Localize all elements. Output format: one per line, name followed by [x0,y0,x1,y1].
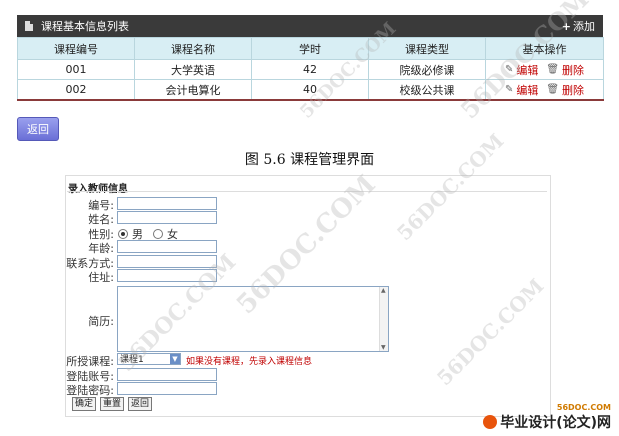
operations-cell: ✎ 编辑 🗑 删除 [485,59,604,80]
age-label: 年龄: [88,242,114,255]
pencil-icon: ✎ [504,84,514,95]
age-field[interactable] [117,240,217,253]
course-list-panel: 课程基本信息列表 + 添加 课程编号 课程名称 学时 课程类型 基本操作 001… [17,15,604,101]
course-table: 课程编号 课程名称 学时 课程类型 基本操作 001 大学英语 42 院级必修课… [17,37,604,101]
table-header-row: 课程编号 课程名称 学时 课程类型 基本操作 [17,37,604,60]
edit-label: 编辑 [516,63,539,77]
course-select-value: 课程1 [120,355,144,365]
gender-female-radio[interactable] [153,229,163,239]
document-icon [25,21,33,31]
delete-label: 删除 [562,83,585,97]
column-header: 课程名称 [134,37,252,60]
form-back-button[interactable]: 返回 [128,397,153,411]
course-list-header: 课程基本信息列表 + 添加 [17,15,603,37]
divider [67,191,547,192]
course-hours-cell: 42 [251,59,369,80]
confirm-button[interactable]: 确定 [72,397,97,411]
operations-cell: ✎ 编辑 🗑 删除 [485,79,604,101]
id-field[interactable] [117,197,217,210]
resume-textarea[interactable]: ▲ ▼ [117,286,389,352]
name-field[interactable] [117,211,217,224]
figure-caption: 图 5.6 课程管理界面 [244,152,375,168]
brand-name: 毕业设计(论文)网 [500,415,611,431]
course-hours-cell: 40 [251,79,369,101]
edit-label: 编辑 [516,83,539,97]
table-row: 002 会计电算化 40 校级公共课 ✎ 编辑 🗑 删除 [17,79,604,101]
course-hint: 如果没有课程，先录入课程信息 [186,357,313,367]
add-course-label: 添加 [573,20,595,33]
gender-male-radio[interactable] [118,229,128,239]
column-header: 课程类型 [368,37,486,60]
chevron-down-icon: ▼ [170,354,180,364]
password-field[interactable] [117,382,217,395]
course-id-cell: 001 [17,59,135,80]
edit-link[interactable]: ✎ 编辑 [505,62,538,78]
password-label: 登陆密码: [66,384,114,397]
scroll-down-icon[interactable]: ▼ [381,344,386,351]
contact-field[interactable] [117,255,217,268]
name-label: 姓名: [88,213,114,226]
address-field[interactable] [117,269,217,282]
back-button[interactable]: 返回 [17,117,59,141]
textarea-scrollbar[interactable]: ▲ ▼ [379,287,388,351]
resume-label: 简历: [88,315,114,328]
delete-link[interactable]: 🗑 删除 [546,82,584,98]
course-name-cell: 会计电算化 [134,79,252,101]
delete-label: 删除 [562,63,585,77]
pencil-icon: ✎ [504,64,514,75]
teacher-form-title: 录入教师信息 [68,184,128,195]
site-logo: 56DOC.COM 毕业设计(论文)网 [483,403,611,432]
course-list-title: 课程基本信息列表 [41,20,129,33]
edit-link[interactable]: ✎ 编辑 [505,82,538,98]
course-label: 所授课程: [66,355,114,368]
course-select[interactable]: 课程1 ▼ [117,353,181,365]
address-label: 住址: [88,271,114,284]
plus-icon: + [561,19,571,33]
column-header: 课程编号 [17,37,135,60]
add-course-button[interactable]: + 添加 [562,18,595,34]
course-type-cell: 校级公共课 [368,79,486,101]
column-header: 基本操作 [485,37,604,60]
site-domain: 56DOC.COM [556,403,611,412]
table-row: 001 大学英语 42 院级必修课 ✎ 编辑 🗑 删除 [17,59,604,80]
course-name-cell: 大学英语 [134,59,252,80]
course-id-cell: 002 [17,79,135,101]
reset-button[interactable]: 重置 [100,397,125,411]
trash-icon: 🗑 [546,84,560,95]
delete-link[interactable]: 🗑 删除 [546,62,584,78]
column-header: 学时 [251,37,369,60]
account-field[interactable] [117,368,217,381]
brand: 毕业设计(论文)网 [483,412,611,432]
trash-icon: 🗑 [546,64,560,75]
logo-icon [483,415,498,429]
course-type-cell: 院级必修课 [368,59,486,80]
scroll-up-icon[interactable]: ▲ [381,287,386,294]
